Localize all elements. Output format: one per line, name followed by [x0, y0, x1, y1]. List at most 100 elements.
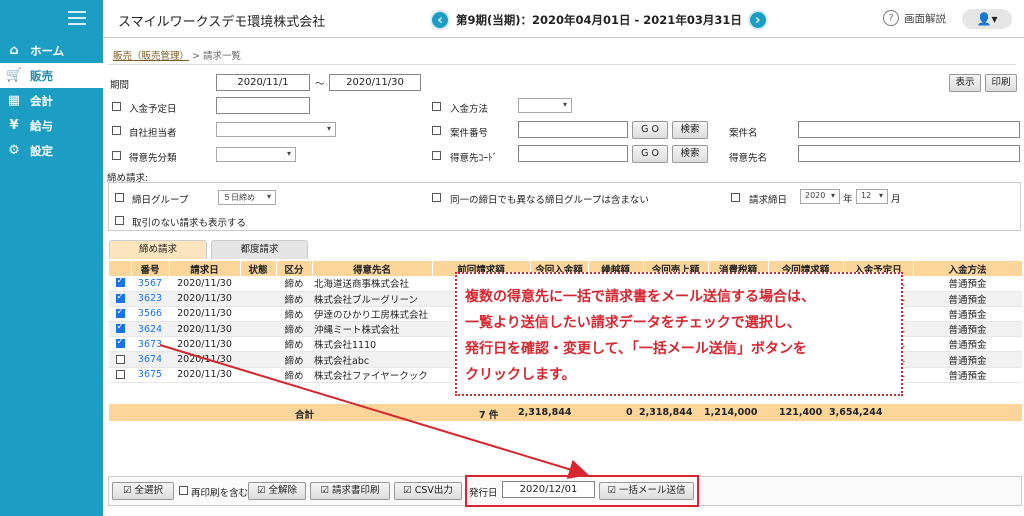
customer-name: 株式会社ブルーグリーン	[312, 291, 432, 307]
clear-all-button[interactable]: ☑ 全解除	[248, 482, 306, 500]
row-checkbox[interactable]	[115, 369, 125, 379]
row-checkbox-cell[interactable]	[109, 367, 131, 383]
status-cell	[240, 351, 276, 368]
calculator-icon: ▦	[7, 93, 21, 108]
invoice-number-link[interactable]: 3567	[131, 276, 169, 292]
period-to-input[interactable]: 2020/11/30	[329, 74, 421, 91]
closing-group-select[interactable]: ５日締め	[218, 190, 276, 205]
case-number-checkbox[interactable]	[432, 126, 441, 135]
staff-checkbox[interactable]	[112, 126, 121, 135]
breadcrumb-link-sales[interactable]: 販売（販売管理）	[113, 51, 189, 62]
customer-search-button[interactable]: 検索	[672, 145, 708, 163]
sidebar-item-label: 販売	[30, 68, 53, 83]
row-checkbox[interactable]	[115, 322, 125, 334]
select-all-button[interactable]: ☑ 全選択	[112, 482, 174, 500]
print-button[interactable]: 印刷	[985, 74, 1017, 92]
customer-code-checkbox[interactable]	[432, 151, 441, 160]
row-checkbox-cell[interactable]	[109, 276, 131, 292]
year-select[interactable]: 2020	[800, 189, 840, 204]
clear-all-label: 全解除	[268, 485, 298, 496]
customer-class-select[interactable]	[216, 147, 296, 162]
tab-each-bill[interactable]: 都度請求	[211, 240, 308, 259]
totals-tax: 121,400	[779, 407, 823, 418]
row-checkbox[interactable]	[115, 337, 125, 349]
no-trade-checkbox[interactable]	[115, 216, 124, 225]
customer-code-input[interactable]	[518, 145, 628, 162]
highlight-box	[465, 475, 699, 507]
kubun-cell: 締め	[276, 291, 312, 307]
row-checkbox[interactable]	[115, 276, 125, 288]
payment-method-cell: 普通預金	[913, 351, 1022, 368]
print-invoice-button[interactable]: ☑ 請求書印刷	[310, 482, 390, 500]
instruction-callout: 複数の得意先に一括で請求書をメール送信する場合は、 一覧より送信したい請求データ…	[455, 272, 903, 396]
due-date-input[interactable]	[216, 97, 310, 114]
sidebar-item-3[interactable]: ¥ 給与	[0, 113, 103, 138]
customer-name: 沖縄ミート株式会社	[312, 321, 432, 338]
row-checkbox-cell[interactable]	[109, 306, 131, 323]
kubun-cell: 締め	[276, 276, 312, 292]
row-checkbox-cell[interactable]	[109, 291, 131, 307]
reprint-checkbox[interactable]	[179, 486, 188, 495]
home-icon: ⌂	[9, 43, 19, 58]
period-from-input[interactable]: 2020/11/1	[216, 74, 310, 91]
invoice-number-link[interactable]: 3675	[131, 367, 169, 383]
row-checkbox-cell[interactable]	[109, 351, 131, 368]
row-checkbox[interactable]	[115, 307, 125, 318]
case-number-input[interactable]	[518, 121, 628, 138]
row-checkbox[interactable]	[115, 292, 125, 303]
row-checkbox-cell[interactable]	[109, 321, 131, 338]
payment-method-label: 入金方法	[450, 104, 489, 115]
customer-name: 株式会社1110	[312, 336, 432, 353]
invoice-number-link[interactable]: 3673	[131, 336, 169, 353]
case-search-button[interactable]: 検索	[672, 121, 708, 139]
invoice-number-link[interactable]: 3566	[131, 306, 169, 323]
callout-line: 発行日を確認・変更して、「一括メール送信」ボタンを	[465, 341, 807, 357]
customer-go-button[interactable]: G O	[632, 145, 668, 163]
sidebar-item-1[interactable]: 🛒 販売	[0, 63, 103, 88]
kubun-cell: 締め	[276, 367, 312, 383]
row-checkbox[interactable]	[115, 354, 125, 364]
csv-export-button[interactable]: ☑ CSV出力	[394, 482, 462, 500]
payment-method-checkbox[interactable]	[432, 102, 441, 111]
customer-name: 株式会社abc	[312, 351, 432, 368]
staff-select[interactable]	[216, 122, 336, 137]
invoice-number-link[interactable]: 3623	[131, 291, 169, 307]
hamburger-menu-icon[interactable]	[68, 11, 86, 25]
totals-received: 0	[626, 407, 633, 418]
same-day-checkbox[interactable]	[432, 193, 441, 202]
sidebar-item-2[interactable]: ▦ 会計	[0, 88, 103, 113]
invoice-date: 2020/11/30	[169, 291, 240, 307]
case-go-button[interactable]: G O	[632, 121, 668, 139]
totals-sales: 1,214,000	[704, 407, 758, 418]
payment-method-select[interactable]	[518, 98, 572, 113]
tab-closing-bill[interactable]: 締め請求	[109, 240, 207, 259]
column-header: 番号	[131, 261, 170, 276]
closing-group-checkbox[interactable]	[115, 193, 124, 202]
month-select[interactable]: 12	[856, 189, 888, 204]
bill-close-checkbox[interactable]	[731, 193, 740, 202]
customer-name-input[interactable]	[798, 145, 1020, 162]
month-unit: 月	[891, 194, 901, 205]
payment-method-cell: 普通預金	[913, 367, 1022, 383]
status-cell	[240, 367, 276, 383]
row-checkbox-cell[interactable]	[109, 336, 131, 353]
chevron-left-icon[interactable]: ‹	[430, 10, 450, 30]
customer-class-checkbox[interactable]	[112, 151, 121, 160]
customer-name-label: 得意先名	[729, 153, 768, 164]
sidebar: ⌂ ホーム 🛒 販売 ▦ 会計 ¥ 給与 ⚙ 設定	[0, 0, 103, 516]
due-date-checkbox[interactable]	[112, 102, 121, 111]
user-menu-button[interactable]: 👤▾	[962, 9, 1012, 29]
chevron-right-icon[interactable]: ›	[747, 10, 768, 30]
sidebar-item-4[interactable]: ⚙ 設定	[0, 138, 103, 163]
same-day-label: 同一の締日でも異なる締日グループは含まない	[450, 195, 649, 206]
sidebar-item-label: 設定	[30, 143, 53, 158]
show-button[interactable]: 表示	[949, 74, 981, 92]
sidebar-item-0[interactable]: ⌂ ホーム	[0, 38, 103, 63]
help-link[interactable]: ? 画面解説	[883, 10, 946, 26]
invoice-number-link[interactable]: 3674	[131, 351, 169, 368]
case-name-input[interactable]	[798, 121, 1020, 138]
kubun-cell: 締め	[276, 321, 312, 338]
no-trade-label: 取引のない請求も表示する	[132, 218, 247, 229]
bill-close-label: 請求締日	[749, 195, 788, 206]
invoice-number-link[interactable]: 3624	[131, 321, 169, 338]
